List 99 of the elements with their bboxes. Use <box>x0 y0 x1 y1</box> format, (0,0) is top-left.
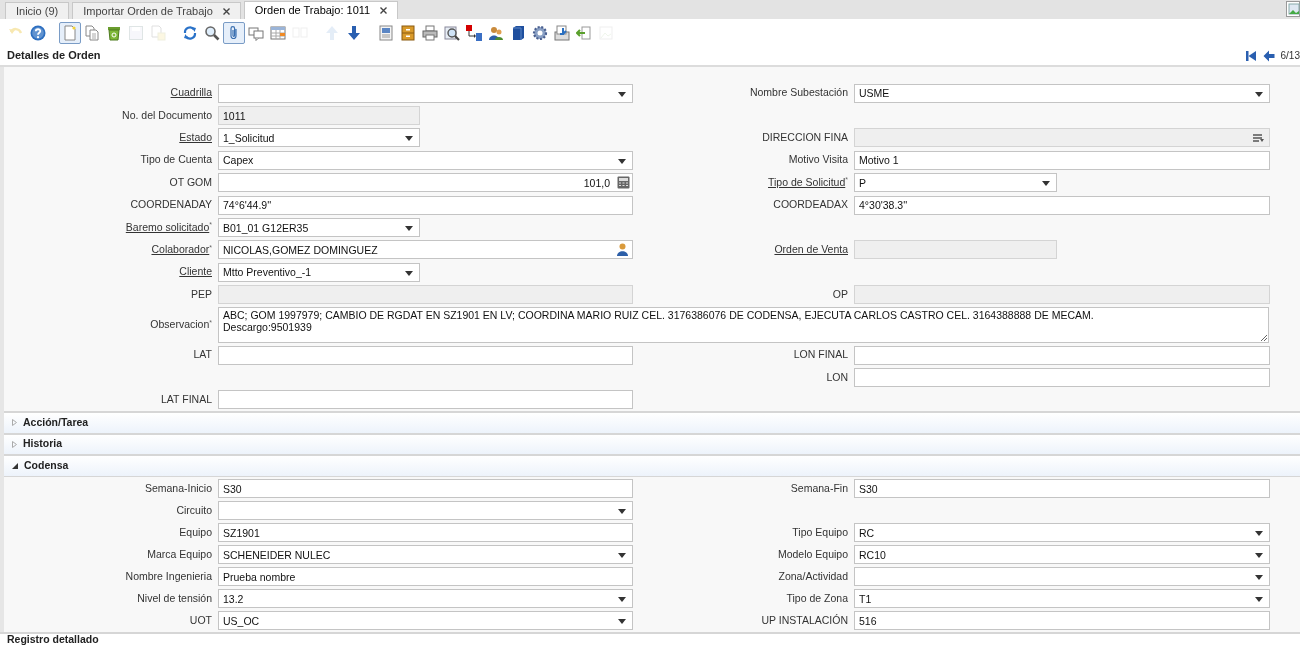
text-field[interactable]: 74°6'44.9'' <box>218 195 633 215</box>
field-link[interactable]: Orden de Venta <box>643 242 854 258</box>
caret-icon[interactable] <box>1042 181 1050 187</box>
field-label: OP <box>831 286 849 302</box>
text-field[interactable]: SZ1901 <box>218 523 633 543</box>
field-label: Equipo <box>178 524 213 540</box>
close-icon[interactable] <box>380 7 388 14</box>
caret-icon[interactable] <box>405 136 413 142</box>
field-link[interactable]: Estado <box>4 130 218 146</box>
field-label: LON FINAL <box>792 347 849 363</box>
field-label: Zona/Actividad <box>777 568 849 584</box>
tab[interactable]: Inicio (9) <box>5 2 70 19</box>
previous-record-icon[interactable] <box>1262 49 1275 62</box>
tab[interactable]: Importar Orden de Trabajo <box>72 2 241 19</box>
dropdown[interactable]: RC <box>854 523 1270 543</box>
field-label: No. del Documento <box>121 107 213 123</box>
collapse-triangle-icon[interactable] <box>12 462 18 469</box>
text-field[interactable]: S30 <box>218 479 633 499</box>
field-label: COORDEADAX <box>772 197 849 213</box>
readonly-field: 1011 <box>218 106 420 126</box>
dropdown[interactable]: 1_Solicitud <box>218 128 420 148</box>
field-label: Marca Equipo <box>146 546 213 562</box>
text-field[interactable] <box>854 345 1270 365</box>
caret-icon[interactable] <box>618 91 626 97</box>
caret-icon[interactable] <box>1255 553 1263 559</box>
dropdown[interactable]: P <box>854 173 1057 193</box>
text-field[interactable] <box>854 368 1270 387</box>
resize-handle-icon[interactable] <box>1260 333 1267 341</box>
document-icon[interactable] <box>59 21 81 44</box>
caret-icon[interactable] <box>1255 575 1263 581</box>
caret-icon[interactable] <box>1255 597 1263 603</box>
caret-icon[interactable] <box>1255 531 1263 537</box>
paperclip-icon[interactable] <box>223 21 245 44</box>
field-label: UOT <box>188 612 213 628</box>
section-header[interactable]: Codensa <box>4 454 1300 476</box>
dropdown[interactable]: Capex <box>218 150 633 170</box>
dropdown[interactable]: SCHENEIDER NULEC <box>218 545 633 565</box>
field-label: UP INSTALACIÓN <box>760 612 849 628</box>
field-link[interactable]: Cliente <box>4 264 218 281</box>
section-header[interactable]: Acción/Tarea <box>4 411 1300 433</box>
search-field[interactable]: NICOLAS,GOMEZ DOMINGUEZ <box>218 240 633 260</box>
field-label: Tipo Equipo <box>791 524 849 540</box>
field-label: Motivo Visita <box>787 152 849 168</box>
field-link[interactable]: Tipo de Solicitud$^{*}$ <box>643 174 854 191</box>
text-field[interactable] <box>218 390 633 410</box>
caret-icon[interactable] <box>618 509 626 515</box>
caret-icon[interactable] <box>618 597 626 603</box>
image-icon[interactable] <box>1286 1 1300 17</box>
panel-title: Detalles de Orden <box>7 48 101 64</box>
field-label: LAT FINAL <box>160 392 213 407</box>
field-label: Nombre Ingenieria <box>124 568 213 584</box>
field-label: Semana-Inicio <box>143 480 213 496</box>
text-field[interactable]: 4°30'38.3'' <box>854 195 1270 215</box>
dropdown[interactable]: USME <box>854 83 1270 103</box>
caret-icon[interactable] <box>405 226 413 232</box>
first-record-icon[interactable] <box>1244 49 1257 62</box>
field-label: COORDENADAY <box>129 197 213 213</box>
text-field[interactable]: Prueba nombre <box>218 567 633 587</box>
record-counter: 6/13 <box>1280 49 1300 63</box>
list-icon[interactable] <box>1253 134 1264 143</box>
caret-icon[interactable] <box>1255 91 1263 97</box>
field-label: LON <box>825 369 849 385</box>
text-field[interactable] <box>218 345 633 365</box>
field-label: Nombre Subestación <box>748 85 849 101</box>
field-label: Nivel de tensión <box>136 590 213 606</box>
text-field[interactable]: Motivo 1 <box>854 150 1270 170</box>
field-label: Observacion$^{*}$ <box>149 317 213 333</box>
dropdown[interactable]: B01_01 G12ER35 <box>218 218 420 238</box>
number-field[interactable]: 101,0 <box>218 173 633 193</box>
field-label: PEP <box>190 286 213 302</box>
person-icon[interactable] <box>617 243 628 257</box>
field-label: Semana-Fin <box>789 480 849 496</box>
text-area[interactable]: ABC; GOM 1997979; CAMBIO DE RGDAT EN SZ1901 EN LV; COORDINA MARIO RUIZ CEL. 3176386076 DE CODENSA, EJECUTA CARLOS CASTRO CEL. 3164388888 DE MECAM. Descargo:9501939 <box>218 306 1269 343</box>
field-label: OT GOM <box>168 174 213 190</box>
dropdown[interactable]: 13.2 <box>218 589 633 609</box>
tab[interactable]: Orden de Trabajo: 1011 <box>243 1 399 19</box>
caret-icon[interactable] <box>618 553 626 559</box>
caret-icon[interactable] <box>405 270 413 276</box>
field-label: Tipo de Cuenta <box>139 152 213 168</box>
field-label: Tipo de Zona <box>785 590 849 606</box>
field-link[interactable]: Cuadrilla <box>4 85 218 102</box>
text-field[interactable]: 516 <box>854 611 1270 631</box>
panel-title: Registro detallado <box>7 633 100 645</box>
field-label: DIRECCION FINA <box>761 130 849 146</box>
calculator-icon[interactable] <box>617 176 630 190</box>
field-link[interactable]: Baremo solicitado$^{*}$ <box>4 219 218 236</box>
dropdown[interactable]: Mtto Preventivo_-1 <box>218 262 420 282</box>
dropdown[interactable]: RC10 <box>854 545 1270 565</box>
caret-icon[interactable] <box>618 619 626 625</box>
caret-icon[interactable] <box>618 158 626 164</box>
text-field[interactable]: S30 <box>854 479 1270 499</box>
field-label: Circuito <box>175 502 213 518</box>
close-icon[interactable] <box>222 7 230 15</box>
field-link[interactable]: Colaborador$^{*}$ <box>4 242 218 258</box>
dropdown[interactable]: US_OC <box>218 611 633 631</box>
field-label: LAT <box>192 347 213 363</box>
section-header[interactable]: Historia <box>4 432 1300 455</box>
field-label: Modelo Equipo <box>776 546 849 562</box>
dropdown[interactable]: T1 <box>854 589 1270 609</box>
